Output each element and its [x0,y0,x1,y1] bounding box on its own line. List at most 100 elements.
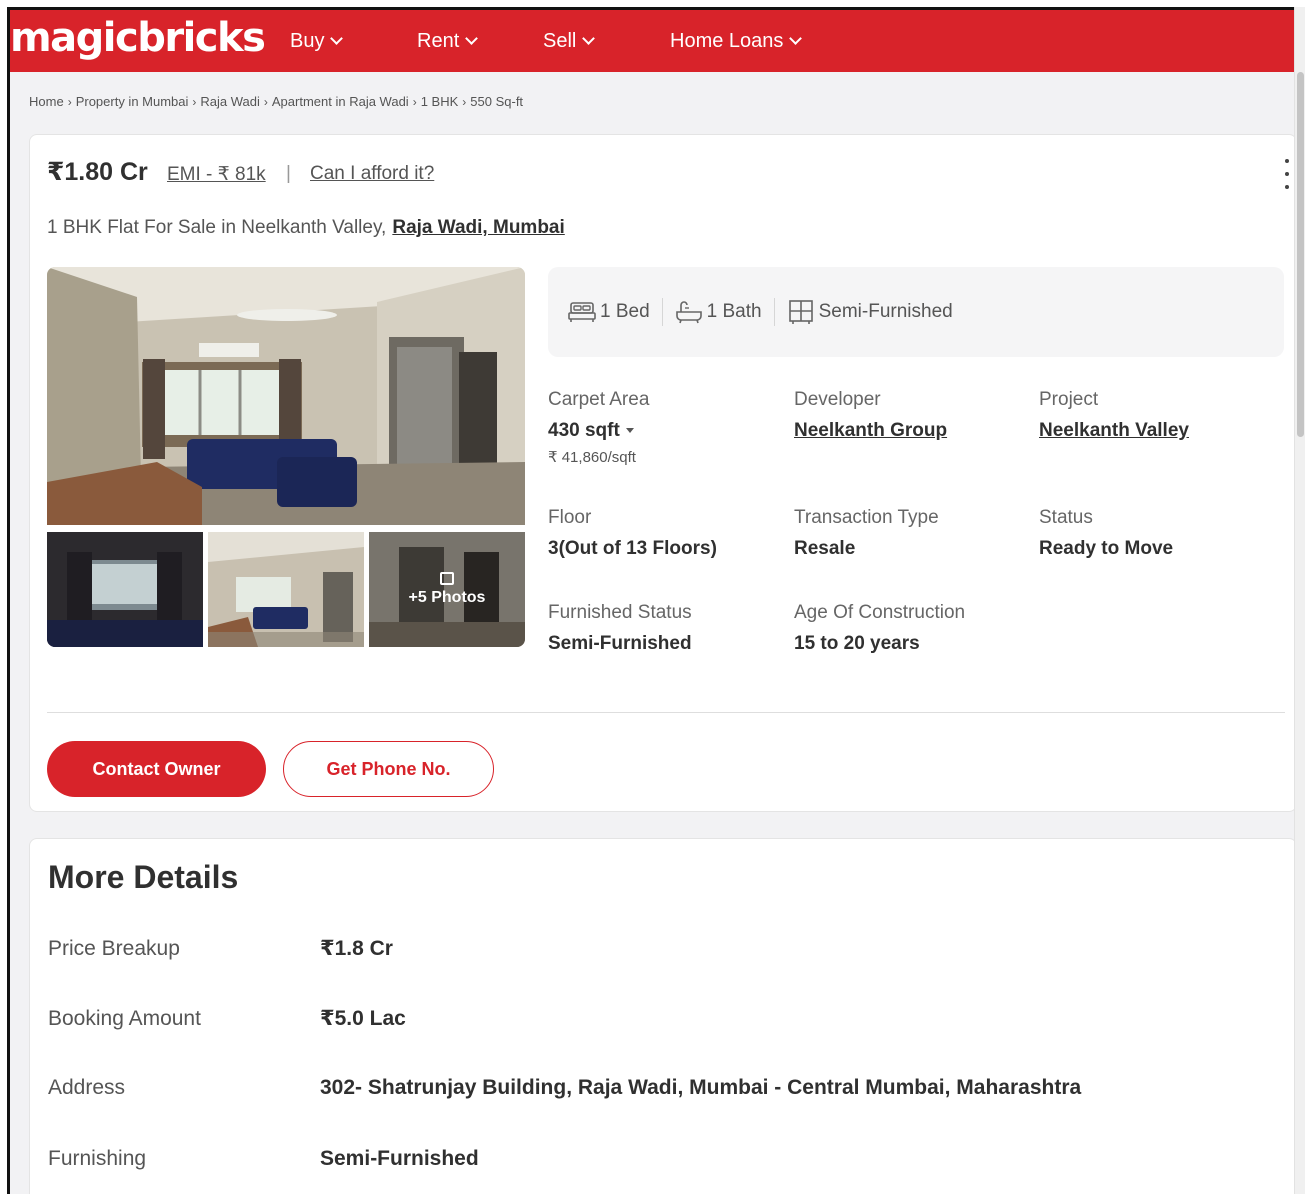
breadcrumb-size: 550 Sq-ft [470,94,524,109]
nav-sell-label: Sell [543,30,577,52]
thumbnail-photo-3[interactable]: +5 Photos [369,532,525,647]
fact-age-of-construction: Age Of Construction 15 to 20 years [794,601,965,656]
unit-dropdown-icon[interactable] [625,428,634,434]
nav-buy-label: Buy [290,30,325,52]
room-overview-image [208,532,364,647]
chevron-down-icon [465,31,479,45]
listing-price: ₹1.80 Cr [47,158,148,186]
detail-row-address: Address 302- Shatrunjay Building, Raja W… [48,1076,1081,1100]
nav-home-loans-label: Home Loans [670,30,784,52]
carpet-area-text: 430 sqft [548,420,620,441]
price-separator: | [286,163,291,184]
amenity-furnishing-label: Semi-Furnished [818,301,953,322]
amenity-bath: 1 Bath [663,300,774,324]
bathtub-icon [675,301,702,324]
price-per-sqft: ₹ 41,860/sqft [548,449,636,466]
breadcrumb: Home › Property in Mumbai › Raja Wadi › … [29,94,523,109]
detail-label: Price Breakup [48,936,180,960]
project-link[interactable]: Neelkanth Valley [1039,419,1189,443]
detail-label: Address [48,1076,126,1099]
thumbnail-photo-1[interactable] [47,532,203,647]
listing-title-text: 1 BHK Flat For Sale in Neelkanth Valley, [47,217,387,238]
magicbricks-logo[interactable]: magicbricks [10,16,266,60]
detail-label: Booking Amount [48,1006,201,1030]
more-photos-label: +5 Photos [408,589,486,606]
listing-card: ₹1.80 Cr EMI - ₹ 81k | Can I afford it? … [29,134,1294,812]
fact-age-label: Age Of Construction [794,602,966,623]
more-details-card: More Details Price Breakup ₹1.8 Cr Booki… [29,838,1294,1194]
more-options-icon[interactable] [1282,159,1292,189]
fact-transaction-type-value: Resale [794,538,856,559]
fact-floor: Floor 3(Out of 13 Floors) [548,506,717,561]
wardrobe-icon [788,300,813,324]
detail-value: 302- Shatrunjay Building, Raja Wadi, Mum… [320,1076,1082,1099]
browser-viewport: magicbricks Buy Rent Sell Home Loans Hom… [7,7,1294,1194]
fact-furnished-status-value: Semi-Furnished [548,633,692,654]
breadcrumb-property-in-mumbai[interactable]: Property in Mumbai [76,94,189,109]
amenity-bath-label: 1 Bath [706,301,762,322]
fact-status: Status Ready to Move [1039,506,1173,561]
breadcrumb-apartment[interactable]: Apartment in Raja Wadi [272,94,409,109]
location-link[interactable]: Raja Wadi, Mumbai [392,217,564,238]
breadcrumb-raja-wadi[interactable]: Raja Wadi [200,94,259,109]
detail-row-furnishing: Furnishing Semi-Furnished [48,1147,479,1171]
amenity-bed-label: 1 Bed [600,301,650,322]
detail-row-price-breakup: Price Breakup ₹1.8 Cr [48,936,393,961]
scrollbar-thumb[interactable] [1297,72,1304,437]
fact-floor-label: Floor [548,507,592,528]
listing-title: 1 BHK Flat For Sale in Neelkanth Valley,… [47,217,565,239]
fact-age-value: 15 to 20 years [794,633,920,654]
detail-label: Furnishing [48,1147,147,1170]
get-phone-button[interactable]: Get Phone No. [283,741,494,797]
fact-developer-label: Developer [794,389,881,410]
main-property-photo[interactable] [47,267,525,525]
top-nav-bar: magicbricks Buy Rent Sell Home Loans [10,10,1294,72]
chevron-down-icon [330,31,344,45]
fact-project: Project Neelkanth Valley [1039,388,1189,443]
fact-carpet-area: Carpet Area 430 sqft ₹ 41,860/sqft [548,388,649,466]
contact-owner-button[interactable]: Contact Owner [47,741,266,797]
breadcrumb-separator-icon: › [263,94,268,109]
fact-transaction-type: Transaction Type Resale [794,506,939,561]
developer-link[interactable]: Neelkanth Group [794,419,947,443]
vertical-scrollbar[interactable] [1294,7,1305,1194]
nav-rent-label: Rent [417,30,460,52]
breadcrumb-separator-icon: › [67,94,72,109]
nav-buy[interactable]: Buy [290,29,344,53]
nav-rent[interactable]: Rent [417,29,479,53]
nav-sell[interactable]: Sell [543,29,596,53]
thumbnail-photo-2[interactable] [208,532,364,647]
breadcrumb-1bhk[interactable]: 1 BHK [421,94,459,109]
section-divider [47,712,1285,713]
can-i-afford-link[interactable]: Can I afford it? [310,163,434,185]
detail-value: Semi-Furnished [320,1147,479,1170]
breadcrumb-separator-icon: › [412,94,417,109]
detail-value: ₹1.8 Cr [320,937,393,960]
breadcrumb-separator-icon: › [462,94,467,109]
fact-floor-value: 3(Out of 13 Floors) [548,538,717,559]
amenity-furnishing: Semi-Furnished [775,299,965,325]
more-photos-overlay[interactable]: +5 Photos [369,532,525,647]
living-room-image [47,267,525,525]
fact-transaction-type-label: Transaction Type [794,507,939,528]
fact-carpet-area-label: Carpet Area [548,389,650,410]
detail-value: ₹5.0 Lac [320,1007,406,1030]
breadcrumb-separator-icon: › [192,94,197,109]
fact-status-value: Ready to Move [1039,538,1174,559]
fact-developer: Developer Neelkanth Group [794,388,947,443]
breadcrumb-home[interactable]: Home [29,94,64,109]
fact-furnished-status: Furnished Status Semi-Furnished [548,601,692,656]
emi-link[interactable]: EMI - ₹ 81k [167,163,266,186]
fact-project-label: Project [1039,389,1099,410]
window-view-image [47,532,203,647]
fact-carpet-area-value: 430 sqft [548,419,649,443]
fact-furnished-status-label: Furnished Status [548,602,692,623]
nav-home-loans[interactable]: Home Loans [670,29,803,53]
amenity-bed: 1 Bed [556,300,662,324]
gallery-icon [440,572,454,585]
chevron-down-icon [582,31,596,45]
fact-status-label: Status [1039,507,1093,528]
bed-icon [568,302,596,322]
detail-row-booking-amount: Booking Amount ₹5.0 Lac [48,1006,406,1031]
amenity-bar: 1 Bed 1 Bath Semi-Furnished [548,267,1284,357]
